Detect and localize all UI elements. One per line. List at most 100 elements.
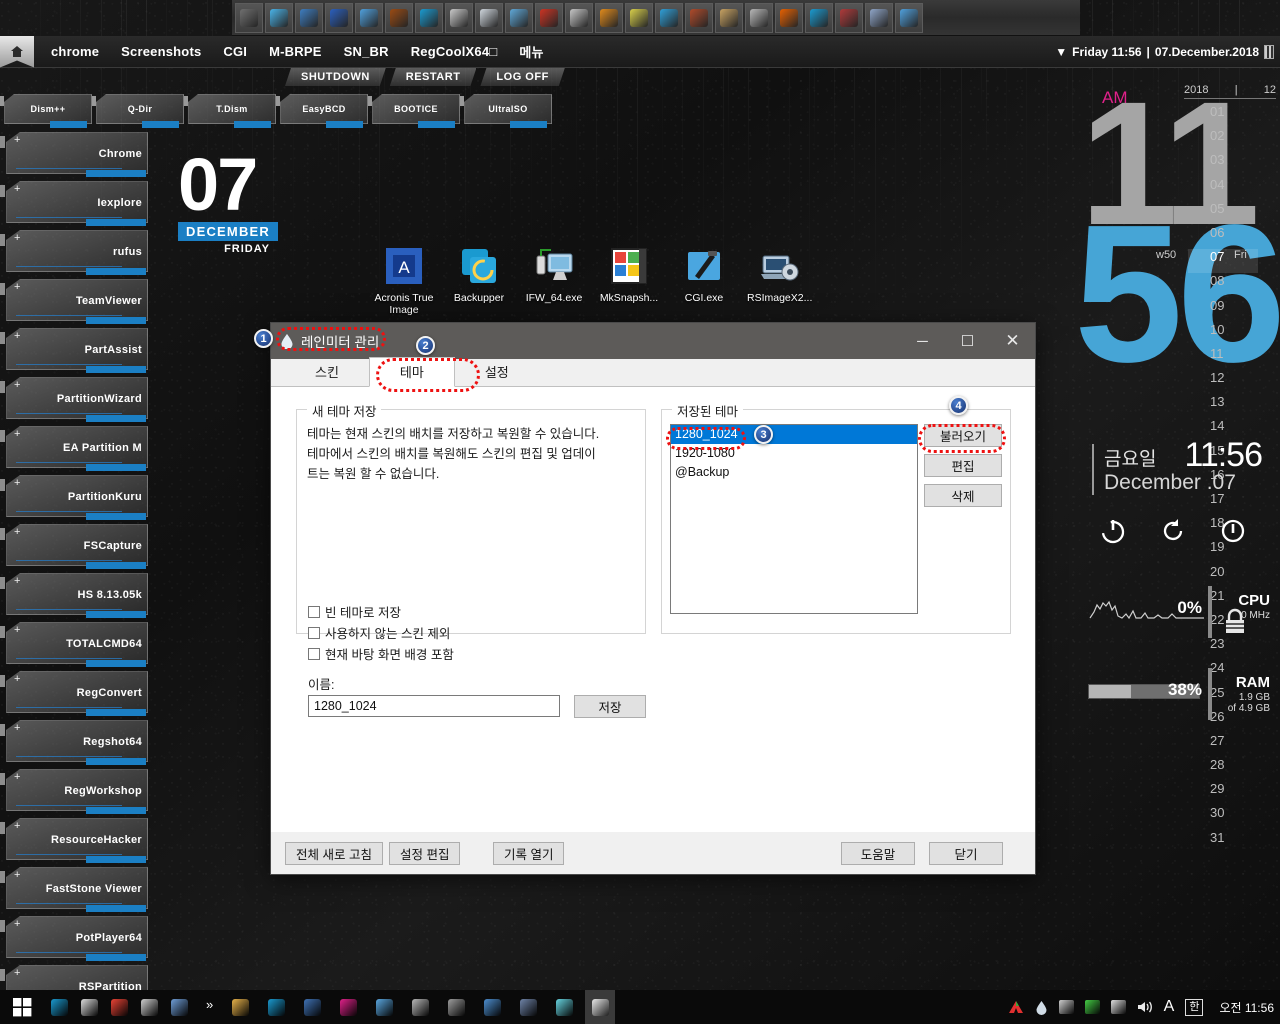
expand-plus-icon[interactable]: +: [14, 575, 20, 587]
magenta-taskbar-icon[interactable]: [333, 990, 363, 1024]
rainmeter-tray-icon[interactable]: [1035, 1000, 1048, 1015]
grid-taskbar-icon[interactable]: [134, 990, 164, 1024]
theme-list-item-0[interactable]: 1280_1024: [671, 425, 917, 444]
launcher-tile-q-dir[interactable]: Q-Dir: [92, 94, 184, 128]
expand-plus-icon[interactable]: +: [14, 379, 20, 391]
checkbox-box[interactable]: [308, 626, 320, 639]
menubar-item-4[interactable]: SN_BR: [333, 44, 400, 59]
power-tab-restart[interactable]: RESTART: [390, 68, 477, 86]
desktop-menubar[interactable]: chrome Screenshots CGI M-BRPE SN_BR RegCoolX6…: [0, 35, 1280, 68]
expand-plus-icon[interactable]: +: [14, 771, 20, 783]
usb-safely-remove-tray-icon[interactable]: [1110, 1000, 1126, 1014]
help-button[interactable]: 도움말: [841, 842, 915, 865]
power-actions-row[interactable]: SHUTDOWN RESTART LOG OFF: [285, 68, 565, 86]
network-tray-icon[interactable]: [1058, 1000, 1074, 1014]
theme-list-item-1[interactable]: 1920-1080: [671, 444, 917, 463]
sidebar-tile-potplayer64[interactable]: + PotPlayer64: [0, 916, 148, 965]
expand-plus-icon[interactable]: +: [14, 967, 20, 979]
expand-plus-icon[interactable]: +: [14, 428, 20, 440]
expand-plus-icon[interactable]: +: [14, 918, 20, 930]
dialog-tabstrip[interactable]: 스킨 테마 설정: [271, 357, 1035, 387]
sidebar-tile-ea-partition-m[interactable]: + EA Partition M: [0, 426, 148, 475]
menubar-item-3[interactable]: M-BRPE: [258, 44, 332, 59]
close-dialog-button[interactable]: 닫기: [929, 842, 1003, 865]
firefox-icon[interactable]: [775, 2, 803, 33]
taskbar-clock[interactable]: 오전 11:56: [1219, 999, 1274, 1016]
book-icon[interactable]: [565, 2, 593, 33]
sidebar-tile-partitionkuru[interactable]: + PartitionKuru: [0, 475, 148, 524]
home-icon[interactable]: [0, 35, 34, 68]
edge-icon[interactable]: [805, 2, 833, 33]
blue-tool-taskbar-icon[interactable]: [477, 990, 507, 1024]
open-log-button[interactable]: 기록 열기: [493, 842, 565, 865]
expand-plus-icon[interactable]: +: [14, 526, 20, 538]
sidebar-tile-totalcmd64[interactable]: + TOTALCMD64: [0, 622, 148, 671]
minimize-button[interactable]: ─: [900, 323, 945, 359]
launcher-tile-dism-[interactable]: Dism++: [0, 94, 92, 128]
maximize-button[interactable]: ☐: [945, 323, 990, 359]
scissors-icon[interactable]: [625, 2, 653, 33]
launcher-tile-ultraiso[interactable]: UltraISO: [460, 94, 552, 128]
tool-taskbar-icon[interactable]: [164, 990, 194, 1024]
expand-plus-icon[interactable]: +: [14, 477, 20, 489]
dialog-tab-2[interactable]: 설정: [455, 358, 539, 386]
edit-settings-button[interactable]: 설정 편집: [389, 842, 461, 865]
expand-plus-icon[interactable]: +: [14, 232, 20, 244]
sidebar-tile-rufus[interactable]: + rufus: [0, 230, 148, 279]
taskbar-overflow-chevron[interactable]: »: [194, 997, 225, 1018]
system-tray[interactable]: A 한 오전 11:56: [1008, 990, 1274, 1024]
expand-plus-icon[interactable]: +: [14, 673, 20, 685]
menubar-item-5[interactable]: RegCoolX64□: [400, 44, 509, 59]
checkbox-box[interactable]: [308, 647, 320, 660]
taskbar-running-group[interactable]: [225, 990, 616, 1024]
active-window-taskbar-icon[interactable]: [585, 990, 616, 1024]
sidebar-tile-hs-8-13-05k[interactable]: + HS 8.13.05k: [0, 573, 148, 622]
wand-icon[interactable]: [505, 2, 533, 33]
expand-plus-icon[interactable]: +: [14, 869, 20, 881]
sidebar-tile-partassist[interactable]: + PartAssist: [0, 328, 148, 377]
expand-plus-icon[interactable]: +: [14, 330, 20, 342]
ahnlab-tray-icon[interactable]: [1008, 1000, 1024, 1014]
gear-icon[interactable]: [655, 2, 683, 33]
windows-start-icon[interactable]: [0, 990, 44, 1024]
theme-list-item-2[interactable]: @Backup: [671, 463, 917, 482]
drive-icon[interactable]: [445, 2, 473, 33]
supra-recorder-icon[interactable]: [685, 2, 713, 33]
expand-plus-icon[interactable]: +: [14, 183, 20, 195]
backupper-icon[interactable]: [415, 2, 443, 33]
top-launcher-tiles[interactable]: Dism++ Q-Dir T.Dism EasyBCD BOOTICE UltraISO: [0, 94, 552, 128]
backupper-taskbar-icon[interactable]: [44, 990, 74, 1024]
window-taskbar-icon[interactable]: [297, 990, 327, 1024]
checkbox-save-empty-theme[interactable]: 빈 테마로 저장: [308, 602, 401, 621]
sidebar-tile-regshot64[interactable]: + Regshot64: [0, 720, 148, 769]
checkbox-include-wallpaper[interactable]: 현재 바탕 화면 배경 포함: [308, 644, 454, 663]
ime-korean-tray-icon[interactable]: 한: [1185, 998, 1204, 1016]
desktop-icons[interactable]: A Acronis True Image Backupper IFW_64.exe Mk…: [372, 246, 812, 316]
sidebar-tile-regconvert[interactable]: + RegConvert: [0, 671, 148, 720]
power-icon[interactable]: [1098, 516, 1128, 551]
menubar-item-6[interactable]: 메뉴: [508, 42, 554, 61]
sidebar-tile-resourcehacker[interactable]: + ResourceHacker: [0, 818, 148, 867]
calendar-icon[interactable]: [1264, 45, 1274, 59]
desktop-icon-acronis-true-image[interactable]: A Acronis True Image: [372, 246, 436, 316]
refresh-all-button[interactable]: 전체 새로 고침: [285, 842, 383, 865]
clock-icon[interactable]: [475, 2, 503, 33]
launcher-tile-easybcd[interactable]: EasyBCD: [276, 94, 368, 128]
orange-disc-icon[interactable]: [595, 2, 623, 33]
volume-tray-icon[interactable]: [1137, 1000, 1153, 1014]
desktop-icon-backupper[interactable]: Backupper: [447, 246, 511, 316]
desktop-icon-ifw64[interactable]: IFW_64.exe: [522, 246, 586, 316]
sidebar-tile-fscapture[interactable]: + FSCapture: [0, 524, 148, 573]
menubar-clock[interactable]: ▼ Friday 11:56 | 07.December.2018: [1055, 36, 1274, 68]
blue-doc-icon[interactable]: [295, 2, 323, 33]
rs-script-icon[interactable]: [835, 2, 863, 33]
sidebar-tile-partitionwizard[interactable]: + PartitionWizard: [0, 377, 148, 426]
load-theme-button[interactable]: 불러오기: [924, 424, 1002, 447]
checkbox-exclude-unused-skins[interactable]: 사용하지 않는 스킨 제외: [308, 623, 450, 642]
dialog-titlebar[interactable]: 레인미터 관리 ─ ☐ ✕: [271, 323, 1035, 359]
jar-icon[interactable]: [715, 2, 743, 33]
blue-node-icon[interactable]: [355, 2, 383, 33]
power-icons-row[interactable]: [1098, 516, 1248, 551]
desktop-icon-mksnapshot[interactable]: MkSnapsh...: [597, 246, 661, 316]
menubar-item-1[interactable]: Screenshots: [110, 44, 212, 59]
